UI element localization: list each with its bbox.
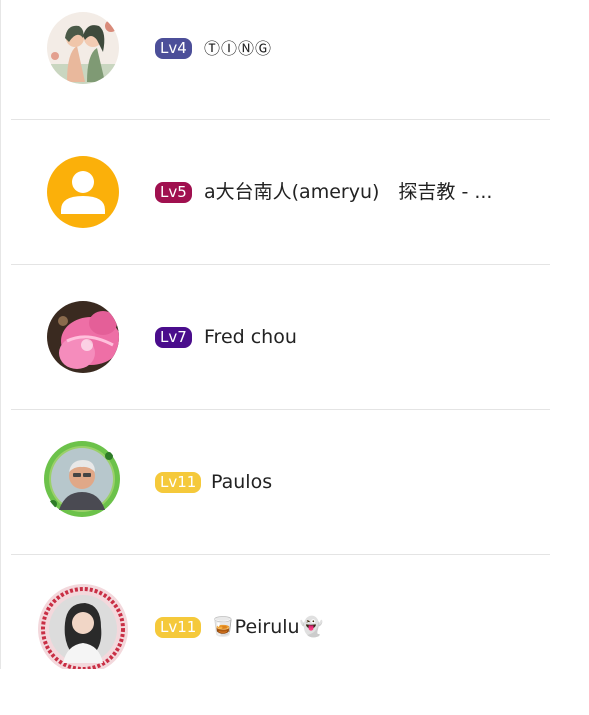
list-item[interactable]: Lv11 🥃Peirulu👻: [11, 555, 550, 669]
member-name[interactable]: a大台南人(ameryu) 探吉教 - ...: [204, 180, 492, 204]
level-badge: Lv11: [155, 617, 202, 638]
avatar[interactable]: [47, 12, 119, 84]
man-photo-icon: [44, 441, 120, 517]
avatar[interactable]: [43, 440, 121, 518]
member-name[interactable]: 🥃Peirulu👻: [211, 615, 323, 639]
member-list: Lv4 ⓉⒾⓃⒼ Lv5 a大台南人(ameryu) 探吉教 - ... Lv7…: [0, 0, 550, 669]
level-badge: Lv5: [155, 182, 192, 203]
list-item[interactable]: Lv5 a大台南人(ameryu) 探吉教 - ...: [11, 120, 550, 265]
member-name-text: Peirulu: [234, 616, 300, 638]
drink-emoji: 🥃: [211, 616, 235, 638]
level-badge: Lv7: [155, 327, 192, 348]
avatar[interactable]: [47, 301, 119, 373]
member-name[interactable]: ⓉⒾⓃⒼ: [204, 37, 272, 61]
woman-photo-icon: [38, 584, 128, 669]
couple-illustration-icon: [47, 12, 119, 84]
list-item[interactable]: Lv11 Paulos: [11, 410, 550, 555]
list-item[interactable]: Lv7 Fred chou: [11, 265, 550, 410]
default-user-icon: [61, 171, 105, 214]
ghost-emoji: 👻: [299, 616, 324, 638]
level-badge: Lv11: [155, 472, 202, 493]
pink-flower-icon: [47, 301, 119, 373]
list-item[interactable]: Lv4 ⓉⒾⓃⒼ: [11, 0, 550, 120]
avatar[interactable]: [37, 583, 129, 669]
avatar[interactable]: [47, 156, 119, 228]
member-name[interactable]: Paulos: [211, 470, 272, 494]
level-badge: Lv4: [155, 38, 192, 59]
member-name[interactable]: Fred chou: [204, 325, 297, 349]
